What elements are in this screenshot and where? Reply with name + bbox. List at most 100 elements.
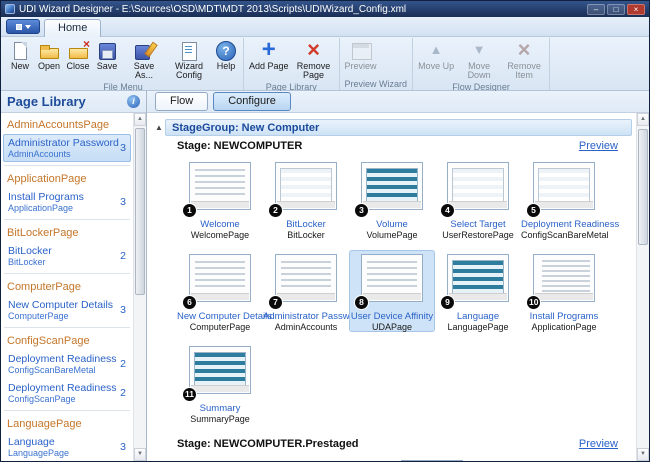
sidebar-item-subtitle: ComputerPage	[8, 311, 117, 321]
preview-link[interactable]: Preview	[579, 140, 618, 152]
flow-card-applicationpage[interactable]: 10Install ProgramsApplicationPage	[521, 250, 607, 332]
step-number-badge: 2	[269, 204, 282, 217]
scrollbar-thumb[interactable]	[638, 129, 648, 245]
flow-card[interactable]	[389, 456, 475, 461]
sidebar-item-title: Install Programs	[8, 191, 117, 203]
open-button[interactable]: Open	[35, 39, 63, 72]
flow-card-adminaccounts[interactable]: 7Administrator Passw...AdminAccounts	[263, 250, 349, 332]
sidebar-separator	[4, 219, 130, 220]
sidebar-group-computerpage: ComputerPage	[1, 277, 133, 295]
sidebar-item-computerpage[interactable]: New Computer DetailsComputerPage3	[3, 296, 131, 324]
view-tab-configure[interactable]: Configure	[213, 92, 291, 111]
scroll-up-icon[interactable]	[637, 113, 649, 126]
info-icon[interactable]: i	[127, 95, 140, 108]
main-scrollbar[interactable]	[636, 113, 649, 461]
flow-card-languagepage[interactable]: 9LanguageLanguagePage	[435, 250, 521, 332]
page-library-title: Page Library	[7, 94, 127, 109]
view-tab-flow[interactable]: Flow	[155, 92, 208, 111]
thumbnail-wrap: 1	[189, 162, 251, 210]
ribbon-group-page-library: Add PageRemove PagePage Library	[244, 38, 340, 90]
minimize-button[interactable]: –	[587, 4, 605, 15]
flow-card-welcomepage[interactable]: 1WelcomeWelcomePage	[177, 158, 263, 240]
new-document-icon	[8, 40, 32, 62]
new-button[interactable]: New	[6, 39, 34, 72]
flow-card-configscanbaremetal[interactable]: 5Deployment ReadinessConfigScanBareMetal	[521, 158, 607, 240]
app-menu-icon	[16, 24, 22, 30]
sidebar-item-applicationpage[interactable]: Install ProgramsApplicationPage3	[3, 188, 131, 216]
wizard-config-button[interactable]: Wizard Config	[167, 39, 211, 81]
card-title: Install Programs	[521, 311, 607, 322]
sidebar-item-subtitle: LanguagePage	[8, 448, 117, 458]
step-number-badge: 4	[441, 204, 454, 217]
sidebar-item-title: Deployment Readiness	[8, 353, 117, 365]
flow-card-volumepage[interactable]: 3VolumeVolumePage	[349, 158, 435, 240]
add-page-button[interactable]: Add Page	[247, 39, 291, 72]
step-number-badge: 6	[183, 296, 196, 309]
thumbnail-wrap: 5	[533, 162, 595, 210]
sidebar-item-languagepage[interactable]: LanguageLanguagePage3	[3, 433, 131, 461]
stage-group-header[interactable]: StageGroup: New Computer	[165, 119, 632, 136]
scroll-down-icon[interactable]	[134, 448, 146, 461]
sidebar-item-title: New Computer Details	[8, 299, 117, 311]
close-button[interactable]: Close	[64, 39, 92, 72]
scrollbar-thumb[interactable]	[135, 128, 145, 295]
open-folder-icon	[37, 40, 61, 62]
card-subtitle: WelcomePage	[177, 230, 263, 240]
step-number-badge: 5	[527, 204, 540, 217]
close-button[interactable]: ×	[627, 4, 645, 15]
sidebar-item-configscanpage[interactable]: Deployment ReadinessConfigScanPage2	[3, 379, 131, 407]
stage-group-row: StageGroup: New Computer	[153, 119, 632, 136]
card-grid: 1WelcomeWelcomePage2BitLockerBitLocker3V…	[177, 158, 626, 434]
collapse-arrow-icon[interactable]	[153, 123, 165, 132]
scroll-up-icon[interactable]	[134, 113, 146, 126]
page-thumbnail	[401, 460, 463, 461]
sidebar-scrollbar[interactable]	[133, 113, 146, 461]
save-as-button[interactable]: Save As...	[122, 39, 166, 81]
tab-home[interactable]: Home	[44, 19, 101, 37]
card-title: New Computer Details	[177, 311, 263, 322]
scroll-down-icon[interactable]	[637, 448, 649, 461]
sidebar-item-adminaccounts[interactable]: Administrator PasswordAdminAccounts3	[3, 134, 131, 162]
view-tab-row: Flow Configure	[147, 91, 649, 113]
card-subtitle: VolumePage	[349, 230, 435, 240]
help-button[interactable]: Help	[212, 39, 240, 72]
flow-card-userrestorepage[interactable]: 4Select TargetUserRestorePage	[435, 158, 521, 240]
ribbon-button-label: Preview	[345, 62, 377, 71]
flow-card-bitlocker[interactable]: 2BitLockerBitLocker	[263, 158, 349, 240]
scrollbar-track[interactable]	[637, 126, 649, 448]
card-title: Summary	[177, 403, 263, 414]
flow-card-summarypage[interactable]: 11SummarySummaryPage	[177, 342, 263, 424]
move-down-button: Move Down	[457, 39, 501, 81]
sidebar-item-title: Administrator Password	[8, 137, 117, 149]
ribbon-button-label: Wizard Config	[169, 62, 209, 80]
page-thumbnail	[189, 254, 251, 302]
save-as-icon	[132, 40, 156, 62]
sidebar-item-count: 3	[117, 441, 126, 453]
ribbon-button-label: New	[11, 62, 29, 71]
app-icon	[5, 4, 15, 14]
maximize-button[interactable]: □	[607, 4, 625, 15]
sidebar-item-subtitle: ConfigScanPage	[8, 394, 117, 404]
app-menu-button[interactable]	[6, 19, 40, 34]
save-button[interactable]: Save	[93, 39, 121, 72]
page-library-list: AdminAccountsPageAdministrator PasswordA…	[1, 113, 133, 461]
scrollbar-track[interactable]	[134, 126, 146, 448]
ribbon-button-label: Move Up	[418, 62, 454, 71]
flow-card-udapage[interactable]: 8User Device AffinityUDAPage	[349, 250, 435, 332]
preview-link[interactable]: Preview	[579, 438, 618, 450]
page-thumbnail	[189, 346, 251, 394]
flow-card-computerpage[interactable]: 6New Computer DetailsComputerPage	[177, 250, 263, 332]
sidebar-item-configscanbaremetal[interactable]: Deployment ReadinessConfigScanBareMetal2	[3, 350, 131, 378]
ribbon-group-file-menu: New OpenCloseSaveSave As...Wizard ConfigH…	[3, 38, 244, 90]
remove-page-button[interactable]: Remove Page	[292, 39, 336, 81]
chevron-down-icon	[25, 25, 31, 29]
remove-page-icon	[302, 40, 326, 62]
ribbon-group-label: Preview Wizard	[343, 78, 410, 90]
card-title: User Device Affinity	[349, 311, 435, 322]
move-up-button: Move Up	[416, 39, 456, 72]
page-thumbnail	[533, 162, 595, 210]
sidebar-item-bitlocker[interactable]: BitLockerBitLocker2	[3, 242, 131, 270]
flow-canvas: StageGroup: New Computer Stage: NEWCOMPU…	[147, 113, 636, 461]
thumbnail-wrap	[401, 460, 463, 461]
remove-item-icon	[512, 40, 536, 62]
